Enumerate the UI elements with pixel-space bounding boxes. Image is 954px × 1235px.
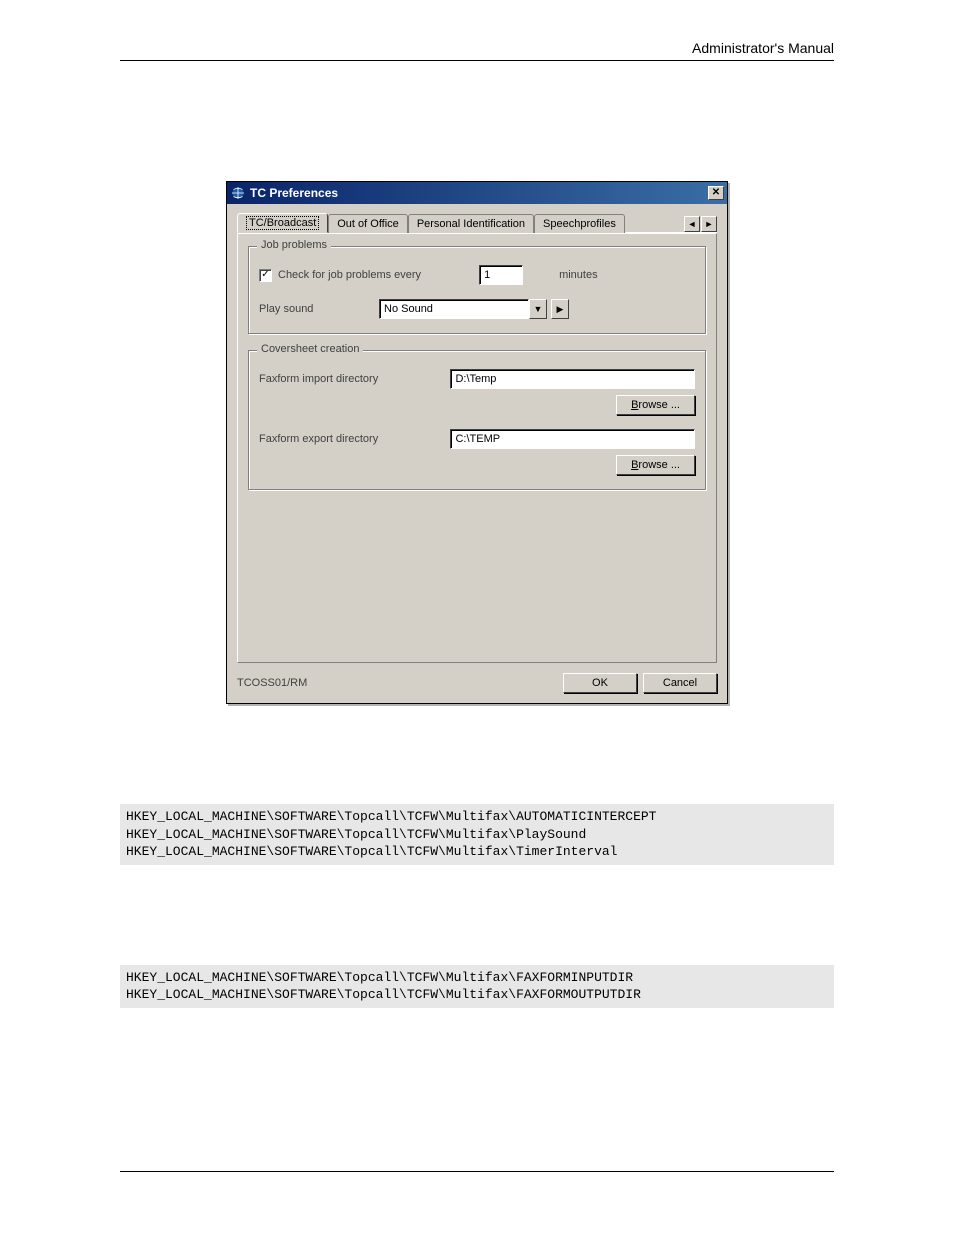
code-line: HKEY_LOCAL_MACHINE\SOFTWARE\Topcall\TCFW…	[126, 987, 641, 1002]
code-line: HKEY_LOCAL_MACHINE\SOFTWARE\Topcall\TCFW…	[126, 844, 617, 859]
coversheet-legend: Coversheet creation	[257, 343, 363, 355]
job-problems-group: Job problems ✓ Check for job problems ev…	[248, 246, 706, 334]
ok-button[interactable]: OK	[563, 673, 637, 693]
export-dir-label: Faxform export directory	[259, 433, 450, 445]
app-icon	[230, 185, 246, 201]
check-job-problems-checkbox[interactable]: ✓	[259, 269, 272, 282]
tab-label: TC/Broadcast	[246, 216, 319, 230]
interval-unit: minutes	[559, 269, 598, 281]
tab-panel: Job problems ✓ Check for job problems ev…	[237, 233, 717, 663]
tab-personal-identification[interactable]: Personal Identification	[408, 214, 534, 233]
page-header: Administrator's Manual	[120, 40, 834, 61]
registry-block-1: HKEY_LOCAL_MACHINE\SOFTWARE\Topcall\TCFW…	[120, 804, 834, 865]
playsound-select[interactable]	[379, 299, 529, 319]
preferences-dialog: TC Preferences ✕ TC/Broadcast Out of Off…	[226, 181, 728, 704]
arrow-right-icon: ►	[705, 219, 714, 229]
page-header-title: Administrator's Manual	[692, 40, 834, 56]
close-icon: ✕	[712, 188, 720, 198]
code-line: HKEY_LOCAL_MACHINE\SOFTWARE\Topcall\TCFW…	[126, 827, 586, 842]
interval-input[interactable]	[479, 265, 523, 285]
play-icon: ▶	[557, 304, 564, 315]
export-browse-button[interactable]: Browse ...	[616, 455, 695, 475]
playsound-dropdown-button[interactable]: ▼	[529, 299, 547, 319]
tab-label: Out of Office	[337, 218, 399, 230]
code-line: HKEY_LOCAL_MACHINE\SOFTWARE\Topcall\TCFW…	[126, 970, 633, 985]
page-footer-rule	[120, 1171, 834, 1195]
playsound-label: Play sound	[259, 303, 379, 315]
tab-label: Speechprofiles	[543, 218, 616, 230]
tab-out-of-office[interactable]: Out of Office	[328, 214, 408, 233]
cancel-button[interactable]: Cancel	[643, 673, 717, 693]
import-dir-input[interactable]	[450, 369, 695, 389]
arrow-left-icon: ◄	[688, 219, 697, 229]
code-line: HKEY_LOCAL_MACHINE\SOFTWARE\Topcall\TCFW…	[126, 809, 657, 824]
close-button[interactable]: ✕	[708, 186, 724, 200]
job-problems-legend: Job problems	[257, 239, 331, 251]
playsound-play-button[interactable]: ▶	[551, 299, 569, 319]
check-job-problems-label: Check for job problems every	[278, 269, 421, 281]
dialog-footer: TCOSS01/RM OK Cancel	[237, 673, 717, 693]
chevron-down-icon: ▼	[534, 304, 543, 314]
tab-label: Personal Identification	[417, 218, 525, 230]
titlebar: TC Preferences ✕	[227, 182, 727, 204]
coversheet-group: Coversheet creation Faxform import direc…	[248, 350, 706, 490]
tab-scroll-left[interactable]: ◄	[684, 216, 700, 232]
tab-row: TC/Broadcast Out of Office Personal Iden…	[237, 212, 717, 233]
tab-speechprofiles[interactable]: Speechprofiles	[534, 214, 625, 233]
export-dir-input[interactable]	[450, 429, 695, 449]
import-browse-button[interactable]: BBrowse ...rowse ...	[616, 395, 695, 415]
tab-tc-broadcast[interactable]: TC/Broadcast	[237, 213, 328, 233]
tab-scroll-right[interactable]: ►	[701, 216, 717, 232]
status-text: TCOSS01/RM	[237, 677, 307, 689]
import-dir-label: Faxform import directory	[259, 373, 450, 385]
checkmark-icon: ✓	[261, 270, 269, 280]
window-title: TC Preferences	[250, 186, 708, 200]
registry-block-2: HKEY_LOCAL_MACHINE\SOFTWARE\Topcall\TCFW…	[120, 965, 834, 1008]
